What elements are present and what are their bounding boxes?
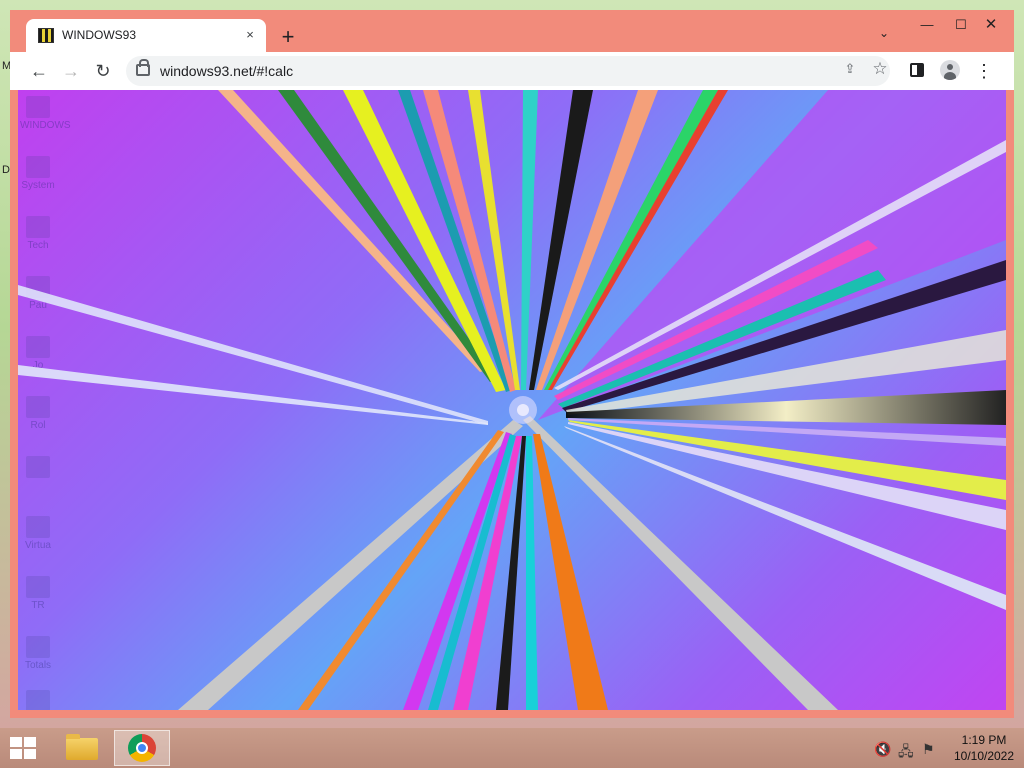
- tab-close-icon[interactable]: ×: [240, 25, 260, 45]
- web-page-viewport[interactable]: WINDOWSSystemTechPauJoRolVirtuaTRTotalsS…: [18, 90, 1006, 710]
- warp-effect-graphic: [18, 90, 1006, 710]
- speaker-muted-icon[interactable]: 🔇: [874, 741, 891, 758]
- browser-toolbar: ← → ↻ windows93.net/#!calc ⇪ ☆ ⋮: [10, 52, 1014, 90]
- reload-icon[interactable]: ↻: [91, 59, 115, 83]
- back-arrow-icon[interactable]: ←: [27, 59, 51, 83]
- profile-avatar-icon[interactable]: [940, 60, 960, 80]
- windows93-favicon-icon: [38, 28, 54, 43]
- tab-windows93[interactable]: WINDOWS93 ×: [26, 19, 266, 52]
- minimize-button[interactable]: —: [910, 14, 944, 36]
- desktop-edge-letter-2: D: [2, 164, 10, 176]
- browser-window: WINDOWS93 × + ⌄ — ☐ ✕ ← → ↻ windows93.ne…: [10, 10, 1014, 718]
- action-center-flag-icon[interactable]: ⚑: [922, 741, 935, 758]
- forward-arrow-icon[interactable]: →: [59, 59, 83, 83]
- taskbar-chrome-button[interactable]: [114, 730, 170, 766]
- taskbar-file-explorer-button[interactable]: [54, 730, 110, 766]
- address-bar[interactable]: windows93.net/#!calc ⇪ ☆: [126, 56, 890, 86]
- windows-start-icon[interactable]: [10, 737, 38, 759]
- share-icon[interactable]: ⇪: [840, 61, 860, 81]
- close-window-button[interactable]: ✕: [972, 14, 1010, 36]
- browser-menu-icon[interactable]: ⋮: [974, 59, 994, 83]
- tab-search-chevron-icon[interactable]: ⌄: [874, 26, 894, 46]
- lock-icon[interactable]: [136, 59, 150, 76]
- chrome-icon: [128, 734, 156, 762]
- side-panel-icon[interactable]: [910, 63, 924, 77]
- taskbar-clock[interactable]: 1:19 PM 10/10/2022: [946, 732, 1022, 764]
- network-icon[interactable]: 🖧: [898, 741, 914, 765]
- new-tab-button[interactable]: +: [276, 25, 300, 49]
- url-text[interactable]: windows93.net/#!calc: [160, 63, 293, 79]
- clock-date: 10/10/2022: [953, 749, 1015, 763]
- bookmark-star-icon[interactable]: ☆: [870, 59, 890, 81]
- clock-time: 1:19 PM: [961, 733, 1007, 747]
- taskbar: 🔇 🖧 ⚑ 1:19 PM 10/10/2022: [0, 728, 1024, 768]
- folder-icon: [66, 734, 98, 760]
- tab-strip: WINDOWS93 × + ⌄ — ☐ ✕: [10, 10, 1014, 52]
- tab-title: WINDOWS93: [62, 28, 137, 42]
